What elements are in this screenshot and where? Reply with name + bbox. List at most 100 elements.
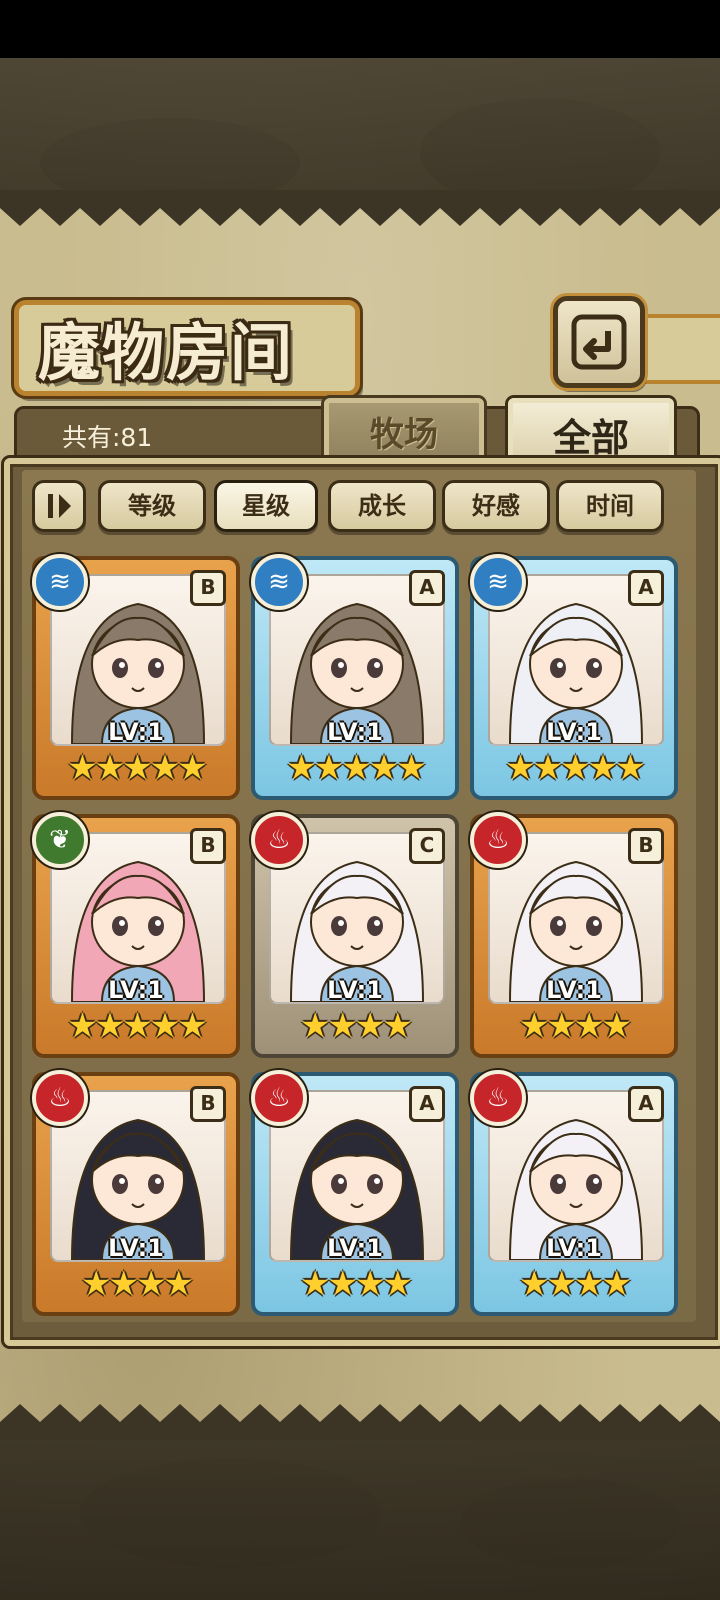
page-title: 魔物房间 <box>38 316 295 389</box>
monster-card[interactable]: ❦ B LV:1 ★★★★★ <box>32 812 240 1058</box>
star-icon: ★ <box>341 748 372 788</box>
rank-badge: B <box>190 570 226 606</box>
sort-time-button[interactable]: 时间 <box>556 480 664 532</box>
sort-level-button[interactable]: 等级 <box>98 480 206 532</box>
star-icon: ★ <box>108 1264 140 1304</box>
star-icon: ★ <box>327 1264 359 1304</box>
star-icon: ★ <box>300 1006 331 1046</box>
level-label: LV:1 <box>546 1234 602 1262</box>
star-icon: ★ <box>67 748 98 788</box>
star-icon: ★ <box>368 748 400 788</box>
star-icon: ★ <box>546 1264 578 1304</box>
star-icon: ★ <box>601 1006 632 1046</box>
star-icon: ★ <box>122 748 153 788</box>
star-icon: ★ <box>382 1006 413 1046</box>
star-icon: ★ <box>396 748 427 788</box>
star-icon: ★ <box>615 748 646 788</box>
star-icon: ★ <box>81 1264 112 1304</box>
monster-card[interactable]: ♨ B LV:1 ★★★★ <box>32 1070 240 1316</box>
back-button[interactable] <box>553 296 645 388</box>
star-rating: ★★★★★ <box>32 748 240 788</box>
monster-card[interactable]: ≋ A LV:1 ★★★★★ <box>251 554 459 800</box>
star-rating: ★★★★ <box>470 1006 678 1046</box>
monster-card[interactable]: ♨ A LV:1 ★★★★ <box>251 1070 459 1316</box>
rank-badge: B <box>190 828 226 864</box>
level-label: LV:1 <box>546 976 602 1004</box>
rank-badge: A <box>409 1086 445 1122</box>
star-icon: ★ <box>177 1006 208 1046</box>
panel-bottom-edge <box>0 1404 720 1440</box>
star-icon: ★ <box>149 1006 181 1046</box>
star-rating: ★★★★★ <box>32 1006 240 1046</box>
star-icon: ★ <box>163 1264 194 1304</box>
total-count: 共有:81 <box>62 423 153 452</box>
monster-card[interactable]: ≋ A LV:1 ★★★★★ <box>470 554 678 800</box>
flame-icon: ♨ <box>251 812 307 868</box>
level-label: LV:1 <box>327 976 383 1004</box>
star-rating: ★★★★ <box>251 1006 459 1046</box>
star-icon: ★ <box>587 748 619 788</box>
return-arrow-icon <box>571 314 627 370</box>
star-rating: ★★★★ <box>251 1264 459 1304</box>
monster-card[interactable]: ♨ A LV:1 ★★★★ <box>470 1070 678 1316</box>
sort-growth-button[interactable]: 成长 <box>328 480 436 532</box>
flame-icon: ♨ <box>470 812 526 868</box>
star-icon: ★ <box>560 748 591 788</box>
flame-icon: ♨ <box>251 1070 307 1126</box>
rank-badge: A <box>628 570 664 606</box>
monster-card[interactable]: ♨ B LV:1 ★★★★ <box>470 812 678 1058</box>
star-icon: ★ <box>574 1264 605 1304</box>
level-label: LV:1 <box>108 718 164 746</box>
monster-card[interactable]: ≋ B LV:1 ★★★★★ <box>32 554 240 800</box>
level-label: LV:1 <box>327 1234 383 1262</box>
water-icon: ≋ <box>32 554 88 610</box>
sort-order-icon <box>48 494 71 518</box>
star-icon: ★ <box>601 1264 632 1304</box>
star-rating: ★★★★★ <box>251 748 459 788</box>
water-icon: ≋ <box>470 554 526 610</box>
star-icon: ★ <box>313 748 345 788</box>
star-icon: ★ <box>519 1264 550 1304</box>
star-icon: ★ <box>519 1006 550 1046</box>
bottom-band <box>0 1440 720 1600</box>
star-icon: ★ <box>94 748 126 788</box>
flame-icon: ♨ <box>32 1070 88 1126</box>
status-bar <box>0 0 720 58</box>
star-icon: ★ <box>122 1006 153 1046</box>
star-icon: ★ <box>136 1264 167 1304</box>
star-icon: ★ <box>574 1006 605 1046</box>
level-label: LV:1 <box>108 976 164 1004</box>
flame-icon: ♨ <box>470 1070 526 1126</box>
star-rating: ★★★★ <box>470 1264 678 1304</box>
water-icon: ≋ <box>251 554 307 610</box>
sort-order-toggle[interactable] <box>32 480 86 532</box>
level-label: LV:1 <box>327 718 383 746</box>
level-label: LV:1 <box>108 1234 164 1262</box>
star-icon: ★ <box>286 748 317 788</box>
top-band <box>0 58 720 190</box>
star-icon: ★ <box>300 1264 331 1304</box>
star-icon: ★ <box>546 1006 578 1046</box>
rank-badge: B <box>190 1086 226 1122</box>
star-icon: ★ <box>355 1006 386 1046</box>
star-icon: ★ <box>149 748 181 788</box>
rank-badge: C <box>409 828 445 864</box>
rank-badge: A <box>409 570 445 606</box>
level-label: LV:1 <box>546 718 602 746</box>
star-icon: ★ <box>505 748 536 788</box>
rank-badge: B <box>628 828 664 864</box>
panel-top-edge <box>0 190 720 226</box>
star-icon: ★ <box>532 748 564 788</box>
star-rating: ★★★★ <box>32 1264 240 1304</box>
star-icon: ★ <box>355 1264 386 1304</box>
star-icon: ★ <box>382 1264 413 1304</box>
star-rating: ★★★★★ <box>470 748 678 788</box>
star-icon: ★ <box>327 1006 359 1046</box>
leaf-icon: ❦ <box>32 812 88 868</box>
star-icon: ★ <box>94 1006 126 1046</box>
monster-card[interactable]: ♨ C LV:1 ★★★★ <box>251 812 459 1058</box>
sort-affinity-button[interactable]: 好感 <box>442 480 550 532</box>
sort-star-button[interactable]: 星级 <box>214 480 318 532</box>
rank-badge: A <box>628 1086 664 1122</box>
star-icon: ★ <box>177 748 208 788</box>
